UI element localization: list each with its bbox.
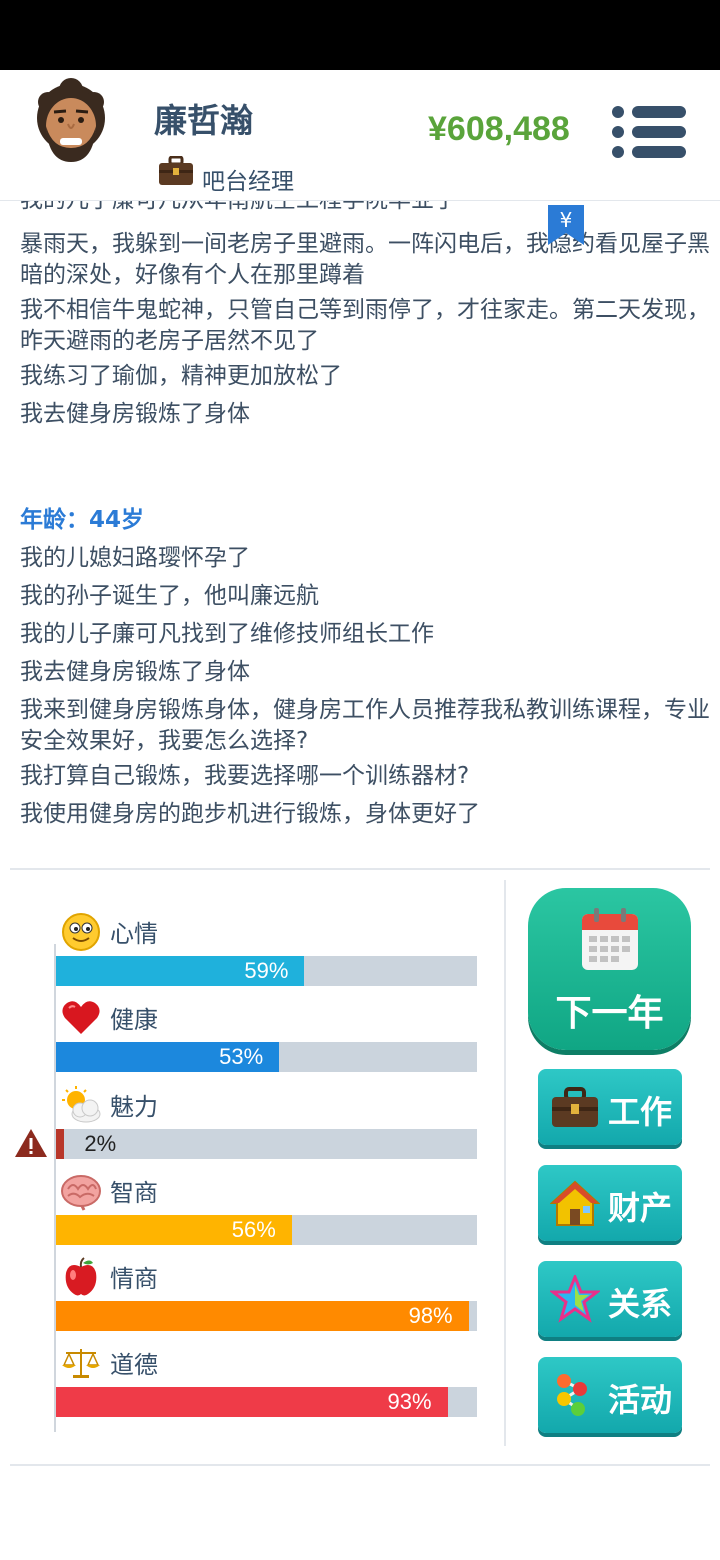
avatar bbox=[37, 78, 105, 162]
work-label: 工作 bbox=[608, 1093, 673, 1131]
stat-track: 98% bbox=[56, 1301, 477, 1331]
activity-icon bbox=[557, 1374, 587, 1416]
stat-track: 56% bbox=[56, 1215, 477, 1245]
job-title: 吧台经理 bbox=[202, 169, 294, 195]
log-line: 我不相信牛鬼蛇神，只管自己等到雨停了，才往家走。第二天发现，昨天避雨的老房子居然… bbox=[20, 297, 710, 354]
briefcase-icon bbox=[159, 156, 193, 185]
star-icon bbox=[550, 1275, 600, 1323]
player-name: 廉哲瀚 bbox=[154, 101, 253, 140]
log-line[interactable]: 我来到健身房锻炼身体，健身房工作人员推荐我私教训练课程，专业安全效果好，我要怎么… bbox=[20, 695, 710, 757]
stat-fill bbox=[56, 1129, 65, 1159]
scales-icon bbox=[62, 1349, 100, 1378]
stat-value: 56% bbox=[231, 1217, 276, 1242]
next-year-button[interactable]: 下一年 bbox=[528, 888, 691, 1050]
log-line[interactable]: 我打算自己锻炼，我要选择哪一个训练器材? bbox=[20, 761, 710, 792]
brain-icon bbox=[61, 1175, 101, 1211]
log-line: 我的儿子廉可凡从年南航空工程学院毕业了 bbox=[20, 201, 710, 216]
calendar-icon bbox=[582, 908, 638, 970]
stat-value: 59% bbox=[244, 958, 289, 983]
stat-label: 魅力 bbox=[110, 1093, 158, 1121]
header: 廉哲瀚 吧台经理 ¥608,488 bbox=[0, 70, 720, 200]
assets-button[interactable]: 财产 bbox=[538, 1165, 682, 1241]
activities-button[interactable]: 活动 bbox=[538, 1357, 682, 1433]
relations-label: 关系 bbox=[608, 1285, 673, 1323]
log-line: 我的儿媳妇路璎怀孕了 bbox=[20, 545, 250, 571]
stat-intelligence: 智商 56% bbox=[56, 1171, 477, 1257]
stat-health: 健康 53% bbox=[56, 998, 477, 1084]
event-log[interactable]: 我的儿子廉可凡从年南航空工程学院毕业了 暴雨天，我躲到一间老房子里避雨。一阵闪电… bbox=[0, 201, 720, 869]
stat-label: 道德 bbox=[110, 1351, 158, 1379]
warning-icon bbox=[15, 1129, 47, 1157]
log-line: 我去健身房锻炼了身体 bbox=[20, 401, 250, 427]
menu-icon[interactable] bbox=[608, 104, 688, 160]
stat-label: 心情 bbox=[110, 920, 158, 948]
money-badge-icon[interactable]: ¥ bbox=[548, 205, 584, 245]
log-line: 我练习了瑜伽，精神更加放松了 bbox=[20, 363, 342, 389]
stat-label: 健康 bbox=[110, 1006, 158, 1034]
house-icon bbox=[550, 1180, 600, 1226]
money-badge-symbol: ¥ bbox=[560, 208, 573, 232]
stat-track: 2% bbox=[56, 1129, 477, 1159]
stat-track: 93% bbox=[56, 1387, 477, 1417]
panel-divider bbox=[10, 868, 710, 870]
stat-track: 53% bbox=[56, 1042, 477, 1072]
log-line: 我使用健身房的跑步机进行锻炼，身体更好了 bbox=[20, 801, 480, 827]
log-line: 我去健身房锻炼了身体 bbox=[20, 659, 250, 685]
log-line: 暴雨天，我躲到一间老房子里避雨。一阵闪电后，我隐约看见屋子黑暗的深处，好像有个人… bbox=[20, 231, 710, 288]
sun-cloud-icon bbox=[62, 1086, 101, 1123]
panel-divider bbox=[10, 1464, 710, 1466]
stat-fill bbox=[56, 1301, 469, 1331]
stat-label: 情商 bbox=[110, 1265, 158, 1293]
stat-value: 2% bbox=[84, 1131, 117, 1156]
assets-label: 财产 bbox=[608, 1189, 673, 1227]
age-heading: 年龄：44岁 bbox=[20, 507, 145, 533]
stat-value: 98% bbox=[408, 1303, 453, 1328]
stat-morality: 道德 93% bbox=[56, 1343, 477, 1429]
smiley-icon bbox=[62, 913, 100, 951]
activities-label: 活动 bbox=[608, 1381, 673, 1419]
stat-eq: 情商 98% bbox=[56, 1257, 477, 1343]
stat-track: 59% bbox=[56, 956, 477, 986]
log-line: 我的孙子诞生了，他叫廉远航 bbox=[20, 583, 319, 609]
briefcase-icon bbox=[552, 1087, 598, 1127]
log-line: 我的儿子廉可凡找到了维修技师组长工作 bbox=[20, 621, 434, 647]
panel-divider bbox=[504, 880, 506, 1446]
next-year-label: 下一年 bbox=[555, 993, 664, 1034]
work-button[interactable]: 工作 bbox=[538, 1069, 682, 1145]
stat-value: 93% bbox=[387, 1389, 432, 1414]
money-balance: ¥608,488 bbox=[428, 110, 570, 148]
relations-button[interactable]: 关系 bbox=[538, 1261, 682, 1337]
stat-label: 智商 bbox=[110, 1179, 158, 1207]
apple-icon bbox=[65, 1257, 97, 1296]
heart-icon bbox=[62, 1001, 100, 1034]
stat-value: 53% bbox=[219, 1044, 264, 1069]
status-bar bbox=[0, 0, 720, 70]
stat-charm: 魅力 2% bbox=[56, 1085, 477, 1171]
stat-mood: 心情 59% bbox=[56, 912, 477, 998]
